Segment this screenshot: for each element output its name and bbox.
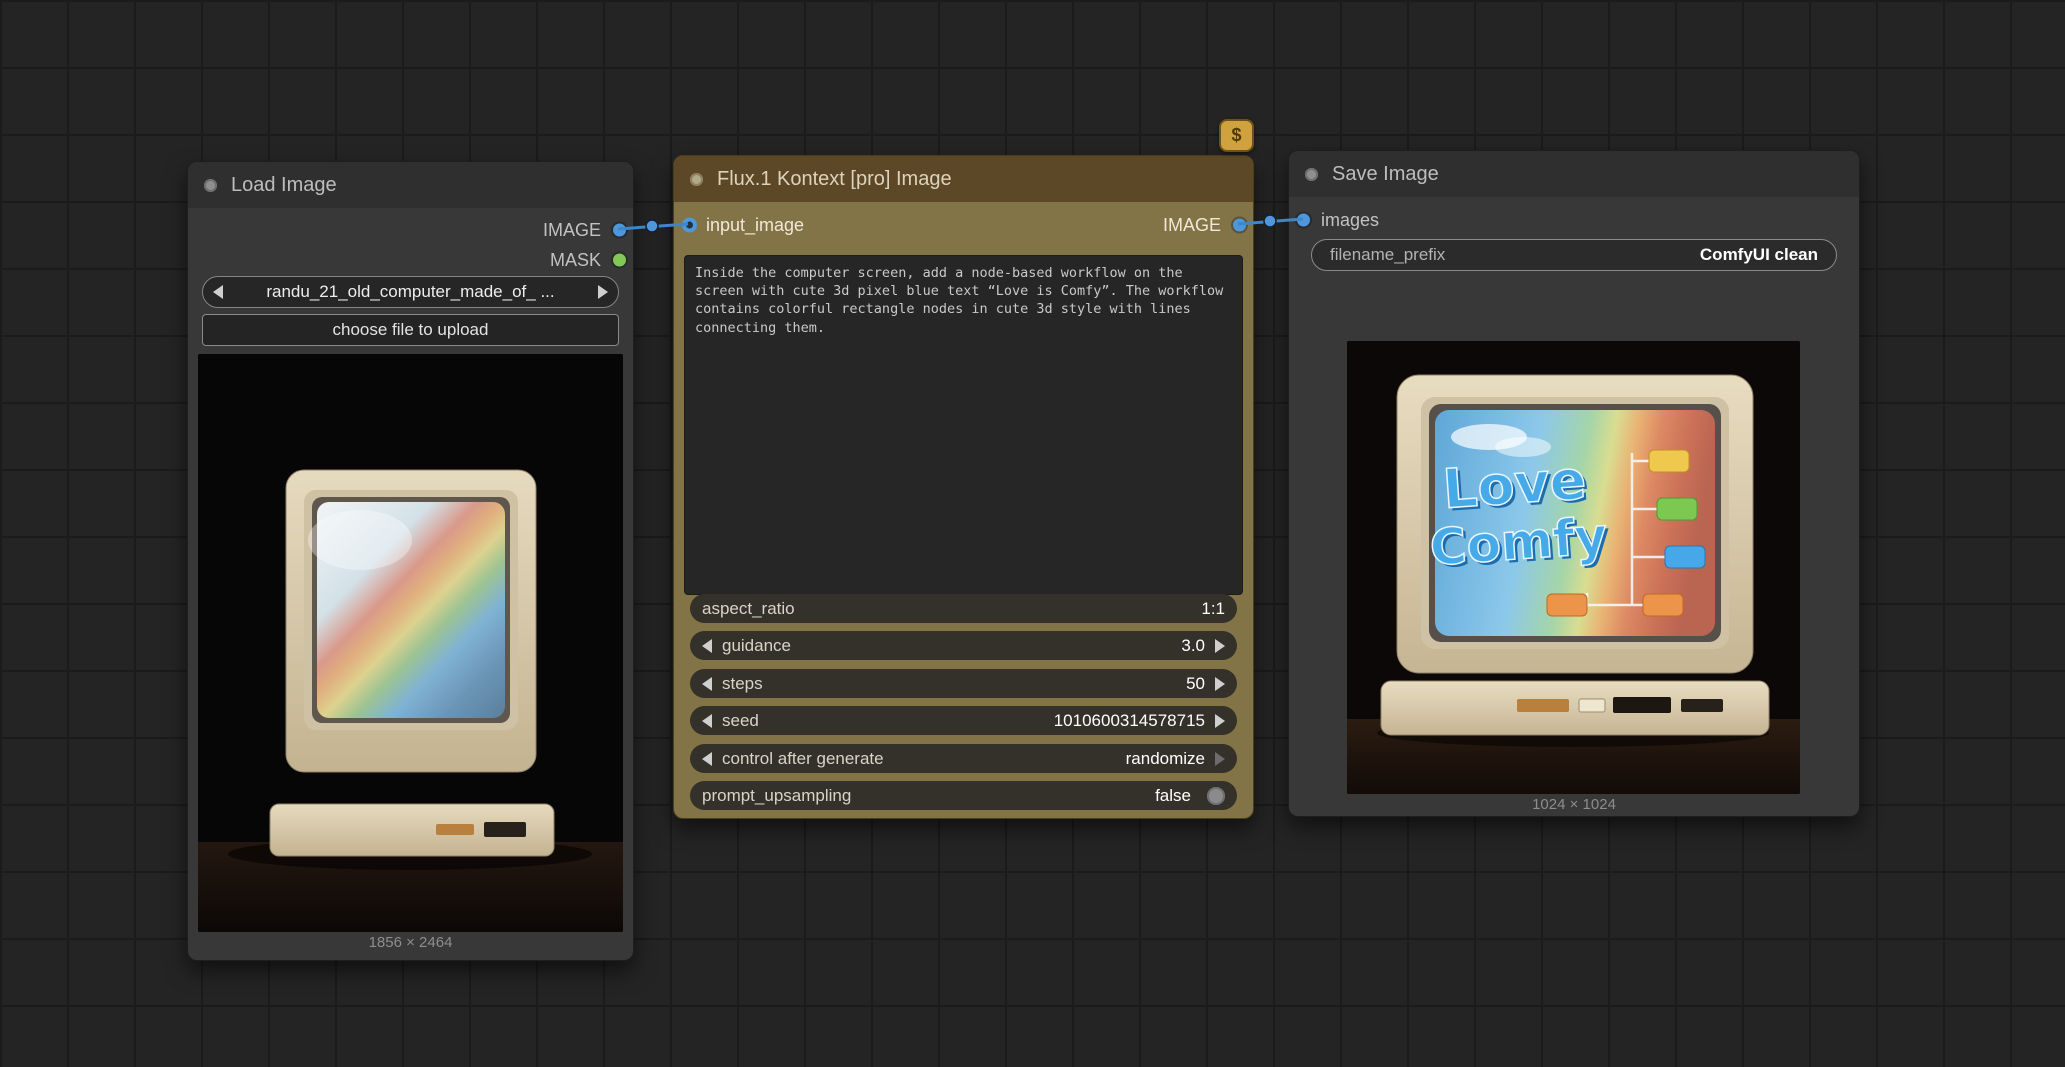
decrement-arrow-icon[interactable] xyxy=(702,639,712,653)
output-label-image: IMAGE xyxy=(543,220,601,241)
widget-value: ComfyUI clean xyxy=(1700,245,1818,265)
output-slot-mask: MASK xyxy=(188,246,633,274)
node-title: Save Image xyxy=(1332,163,1439,186)
increment-arrow-icon[interactable] xyxy=(1215,677,1225,691)
input-image-dot-icon[interactable] xyxy=(682,218,697,233)
widget-value: 3.0 xyxy=(1181,636,1205,656)
workflow-node-yellow xyxy=(1649,450,1689,472)
widget-guidance[interactable]: guidance 3.0 xyxy=(690,631,1237,660)
widget-value: randomize xyxy=(1126,749,1205,769)
widget-label: filename_prefix xyxy=(1330,245,1445,265)
widget-label: guidance xyxy=(722,636,791,656)
increment-arrow-icon[interactable] xyxy=(1215,639,1225,653)
load-image-preview xyxy=(198,354,623,932)
widget-value: 1010600314578715 xyxy=(1054,711,1205,731)
choose-file-button[interactable]: choose file to upload xyxy=(202,314,619,346)
widget-label: prompt_upsampling xyxy=(702,786,851,806)
image-dimensions: 1024 × 1024 xyxy=(1289,796,1859,813)
widget-label: aspect_ratio xyxy=(702,599,795,619)
prompt-textarea[interactable]: Inside the computer screen, add a node-b… xyxy=(684,255,1243,595)
svg-text:Comfy: Comfy xyxy=(1428,507,1609,577)
widget-prompt-upsampling[interactable]: prompt_upsampling false xyxy=(690,781,1237,810)
decrement-arrow-icon[interactable] xyxy=(702,714,712,728)
increment-arrow-icon[interactable] xyxy=(1215,714,1225,728)
image-output-dot-icon[interactable] xyxy=(613,224,626,237)
collapse-dot-icon[interactable] xyxy=(690,173,703,186)
collapse-dot-icon[interactable] xyxy=(204,179,217,192)
input-slot-images: images xyxy=(1289,206,1379,234)
widget-value: 50 xyxy=(1186,674,1205,694)
node-title: Flux.1 Kontext [pro] Image xyxy=(717,168,952,191)
widget-steps[interactable]: steps 50 xyxy=(690,669,1237,698)
choose-file-label: choose file to upload xyxy=(333,320,489,340)
node-title: Load Image xyxy=(231,174,337,197)
image-output-dot-icon[interactable] xyxy=(1233,219,1246,232)
collapse-dot-icon[interactable] xyxy=(1305,168,1318,181)
widget-label: steps xyxy=(722,674,763,694)
combo-value: randu_21_old_computer_made_of_ ... xyxy=(223,282,598,302)
workflow-node-orange xyxy=(1547,594,1587,616)
dollar-icon: $ xyxy=(1231,125,1241,146)
node-graph-canvas[interactable]: Load Image IMAGE MASK randu_21_old_compu… xyxy=(0,0,2065,1067)
images-input-dot-icon[interactable] xyxy=(1297,214,1310,227)
link-midpoint-dot-icon xyxy=(646,220,658,232)
widget-seed[interactable]: seed 1010600314578715 xyxy=(690,706,1237,735)
mask-output-dot-icon[interactable] xyxy=(613,254,626,267)
generated-image: Love Love Comfy Comfy xyxy=(1347,341,1800,794)
decrement-arrow-icon[interactable] xyxy=(702,752,712,766)
workflow-node-orange xyxy=(1643,594,1683,616)
node-flux-kontext[interactable]: Flux.1 Kontext [pro] Image input_image I… xyxy=(673,155,1254,819)
widget-control-after-generate[interactable]: control after generate randomize xyxy=(690,744,1237,773)
prev-file-arrow-icon[interactable] xyxy=(213,285,223,299)
widget-label: control after generate xyxy=(722,749,884,769)
old-computer-photo xyxy=(198,354,623,932)
filename-prefix-widget[interactable]: filename_prefix ComfyUI clean xyxy=(1311,239,1837,271)
widget-label: seed xyxy=(722,711,759,731)
output-label-mask: MASK xyxy=(550,250,601,271)
node-save-image[interactable]: Save Image images filename_prefix ComfyU… xyxy=(1288,150,1860,817)
flux-node-header[interactable]: Flux.1 Kontext [pro] Image xyxy=(674,156,1253,202)
widget-value: 1:1 xyxy=(1201,599,1225,619)
node-load-image[interactable]: Load Image IMAGE MASK randu_21_old_compu… xyxy=(187,161,634,961)
workflow-node-blue xyxy=(1665,546,1705,568)
api-cost-badge: $ xyxy=(1219,119,1254,152)
input-label: images xyxy=(1321,210,1379,231)
save-image-preview: Love Love Comfy Comfy xyxy=(1347,341,1800,794)
input-label: input_image xyxy=(706,215,804,236)
decrement-arrow-icon[interactable] xyxy=(702,677,712,691)
output-label-image: IMAGE xyxy=(1163,215,1221,236)
love-comfy-text: Love Love Comfy Comfy xyxy=(1424,447,1613,580)
increment-arrow-icon[interactable] xyxy=(1215,752,1225,766)
toggle-icon[interactable] xyxy=(1207,787,1225,805)
widget-aspect-ratio[interactable]: aspect_ratio 1:1 xyxy=(690,594,1237,623)
link-midpoint-dot-icon xyxy=(1264,215,1276,227)
load-image-header[interactable]: Load Image xyxy=(188,162,633,208)
save-image-header[interactable]: Save Image xyxy=(1289,151,1859,197)
next-file-arrow-icon[interactable] xyxy=(598,285,608,299)
output-slot-image: IMAGE xyxy=(188,216,633,244)
image-dimensions: 1856 × 2464 xyxy=(188,934,633,951)
image-file-combo[interactable]: randu_21_old_computer_made_of_ ... xyxy=(202,276,619,308)
widget-value: false xyxy=(1155,786,1191,806)
workflow-node-green xyxy=(1657,498,1697,520)
output-slot-image: IMAGE xyxy=(1163,211,1253,239)
input-slot-input-image: input_image xyxy=(674,211,804,239)
